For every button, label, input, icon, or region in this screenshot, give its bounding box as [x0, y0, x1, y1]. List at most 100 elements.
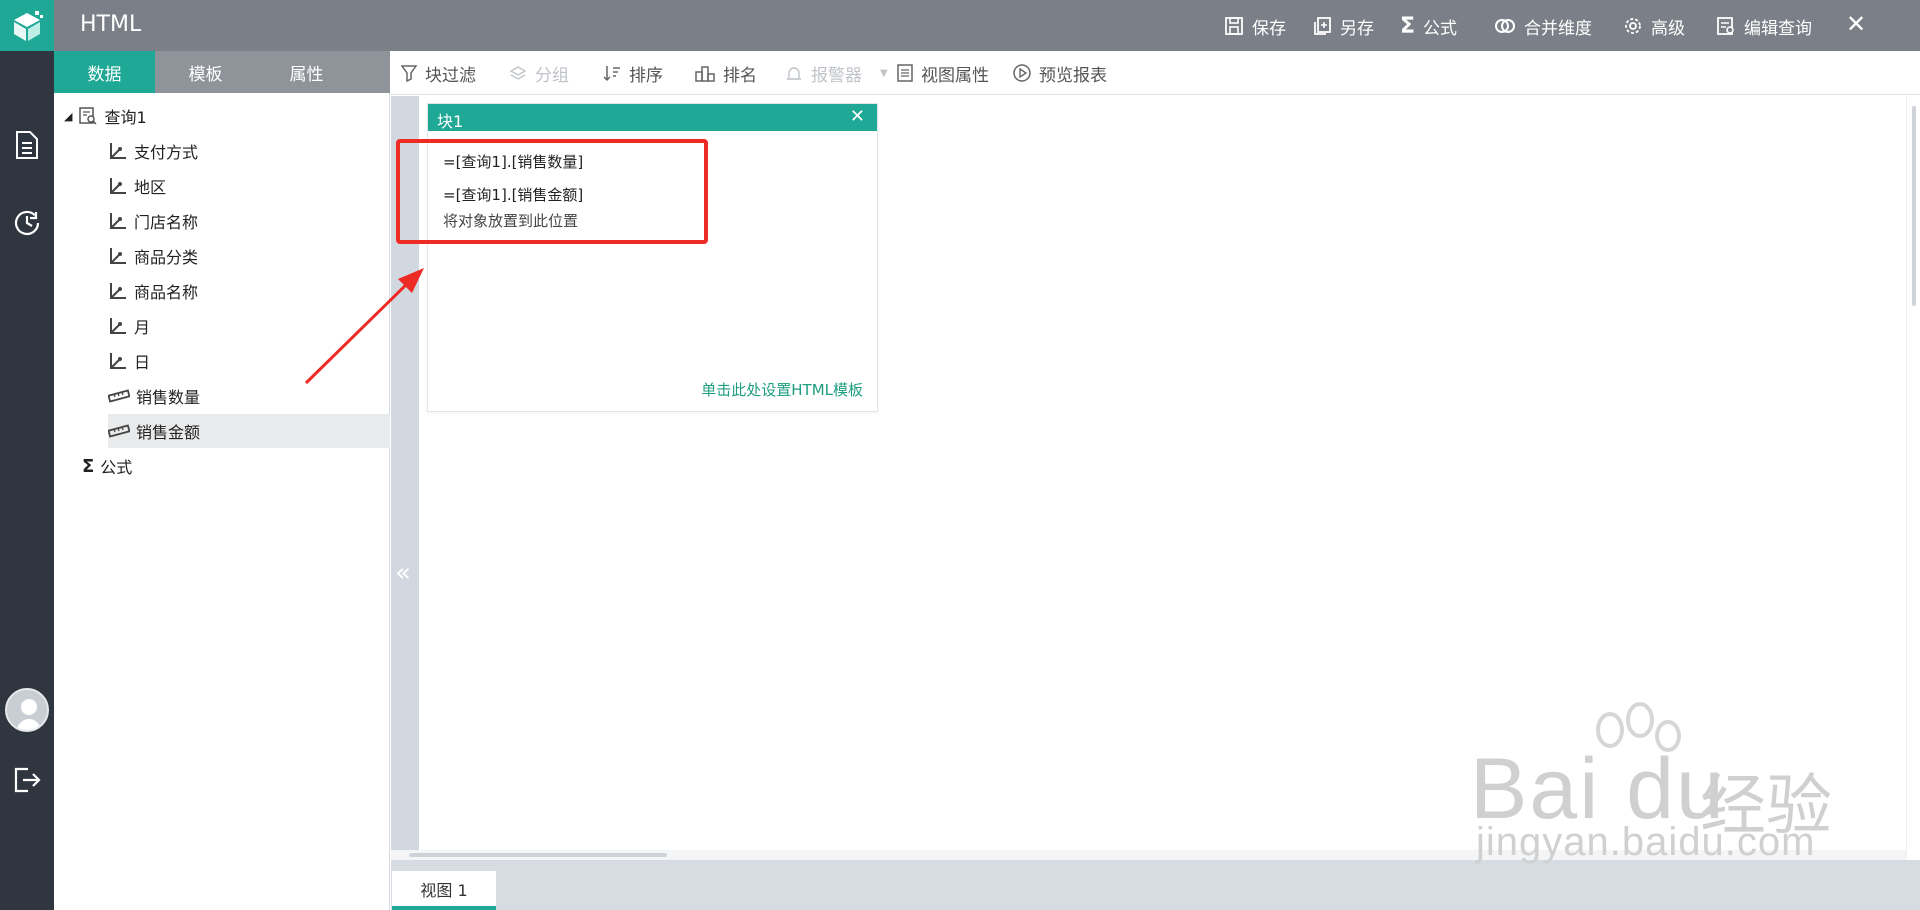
dimension-label: 支付方式	[134, 143, 199, 162]
save-button[interactable]: 保存	[1224, 14, 1286, 39]
dimension-axis-icon	[110, 248, 126, 264]
collapse-left-icon[interactable]: «	[395, 558, 411, 588]
panel-tabs: 数据 模板 属性	[54, 51, 390, 93]
sigma-icon: Σ	[1400, 13, 1416, 39]
dimension-axis-icon	[110, 213, 126, 229]
block-filter-label: 块过滤	[425, 65, 476, 86]
dropdown-caret-icon[interactable]: ▼	[880, 68, 888, 79]
tab-view-1[interactable]: 视图 1	[392, 871, 496, 910]
tab-data[interactable]: 数据	[54, 51, 155, 93]
dimension-label: 日	[134, 353, 151, 372]
edit-query-icon	[1717, 17, 1734, 35]
preview-report-label: 预览报表	[1039, 65, 1107, 86]
history-icon[interactable]	[12, 208, 42, 238]
view-toolbar: 块过滤 分组 排序 排名 报警器 ▼ 视图属性 预览报表	[391, 51, 1920, 95]
save-as-icon	[1314, 17, 1331, 35]
group-label: 分组	[535, 65, 569, 86]
tree-item-dimension[interactable]: 日	[108, 344, 150, 378]
query-label: 查询1	[104, 108, 147, 127]
cube-logo-icon	[14, 10, 43, 41]
block-title: 块1	[437, 112, 464, 131]
tree-item-measure-selected[interactable]: 销售金额	[108, 414, 390, 448]
dimension-axis-icon	[110, 143, 126, 159]
tree-item-dimension[interactable]: 支付方式	[108, 134, 198, 168]
sigma-icon: Σ	[82, 455, 95, 477]
dimension-label: 商品分类	[134, 248, 199, 267]
tree-item-dimension[interactable]: 商品名称	[108, 274, 198, 308]
close-icon[interactable]: ✕	[850, 106, 865, 127]
logout-icon[interactable]	[12, 765, 42, 795]
rank-label: 排名	[723, 65, 757, 86]
app-logo[interactable]	[0, 0, 54, 51]
sort-label: 排序	[629, 65, 663, 86]
baidu-watermark: Bai du 经验 jingyan.baidu.com	[1470, 700, 1850, 870]
dimension-label: 月	[134, 318, 151, 337]
advanced-label: 高级	[1651, 18, 1685, 39]
measure-label: 销售数量	[136, 388, 201, 407]
advanced-button[interactable]: 高级	[1623, 14, 1685, 39]
sort-icon	[603, 66, 620, 82]
tree-item-dimension[interactable]: 月	[108, 309, 150, 343]
query-icon	[79, 107, 97, 125]
dimension-axis-icon	[110, 318, 126, 334]
merge-dimension-label: 合并维度	[1524, 18, 1592, 39]
dimension-label: 地区	[134, 178, 167, 197]
save-label: 保存	[1252, 18, 1286, 39]
layers-icon	[509, 66, 527, 80]
dimension-label: 商品名称	[134, 283, 199, 302]
scroll-thumb[interactable]	[1912, 106, 1916, 306]
window-title: HTML	[80, 12, 142, 37]
left-rail	[0, 0, 54, 910]
tab-template[interactable]: 模板	[155, 51, 256, 93]
block-filter-button[interactable]: 块过滤	[401, 62, 476, 86]
tree-item-dimension[interactable]: 门店名称	[108, 204, 198, 238]
view-properties-button[interactable]: 视图属性	[897, 62, 989, 86]
user-avatar[interactable]	[5, 688, 49, 732]
top-bar: HTML 保存 另存 Σ 公式 合并维度 高级 编辑查询 ✕	[54, 0, 1920, 51]
caret-down-icon[interactable]: ◢	[64, 110, 72, 123]
dimension-axis-icon	[110, 178, 126, 194]
gear-icon	[1625, 18, 1641, 34]
podium-icon	[695, 66, 715, 82]
merge-icon	[1495, 19, 1515, 33]
sort-button[interactable]: 排序	[603, 62, 663, 86]
highlight-box	[396, 139, 708, 244]
merge-dimension-button[interactable]: 合并维度	[1494, 14, 1592, 39]
filter-icon	[401, 65, 417, 82]
alarm-button[interactable]: 报警器 ▼	[785, 62, 888, 86]
document-icon[interactable]	[12, 130, 42, 160]
edit-query-label: 编辑查询	[1744, 18, 1812, 39]
measure-label: 销售金额	[136, 423, 201, 442]
edit-query-button[interactable]: 编辑查询	[1716, 14, 1812, 39]
rank-button[interactable]: 排名	[695, 62, 757, 86]
formula-button[interactable]: Σ 公式	[1400, 13, 1458, 39]
siren-icon	[787, 67, 801, 80]
tree-node-formula[interactable]: Σ 公式	[82, 449, 132, 483]
tree-node-query[interactable]: ◢ 查询1	[64, 99, 147, 133]
tab-properties[interactable]: 属性	[256, 51, 357, 93]
play-circle-icon	[1013, 64, 1031, 82]
view-properties-label: 视图属性	[921, 65, 989, 86]
dimension-axis-icon	[110, 283, 126, 299]
save-as-label: 另存	[1340, 18, 1374, 39]
formula-label: 公式	[1423, 18, 1458, 39]
scroll-thumb[interactable]	[409, 853, 667, 857]
dimension-axis-icon	[110, 353, 126, 369]
close-icon[interactable]: ✕	[1846, 10, 1866, 38]
group-button[interactable]: 分组	[509, 62, 569, 86]
dimension-label: 门店名称	[134, 213, 199, 232]
data-panel: 数据 模板 属性 ◢ 查询1 支付方式 地区 门店名称 商品分类 商品名称 月 …	[54, 51, 390, 910]
alarm-label: 报警器	[811, 65, 862, 86]
list-doc-icon	[897, 64, 913, 82]
tree-item-dimension[interactable]: 商品分类	[108, 239, 198, 273]
annotation-arrow-icon	[304, 268, 424, 385]
set-template-link[interactable]: 单击此处设置HTML模板	[701, 379, 863, 400]
ruler-measure-icon	[108, 424, 130, 438]
formula-label: 公式	[100, 458, 133, 477]
tree-item-measure[interactable]: 销售数量	[108, 379, 200, 413]
ruler-measure-icon	[108, 389, 130, 403]
preview-report-button[interactable]: 预览报表	[1013, 62, 1107, 86]
save-as-button[interactable]: 另存	[1312, 14, 1374, 39]
vertical-scrollbar[interactable]	[1906, 96, 1920, 858]
tree-item-dimension[interactable]: 地区	[108, 169, 166, 203]
